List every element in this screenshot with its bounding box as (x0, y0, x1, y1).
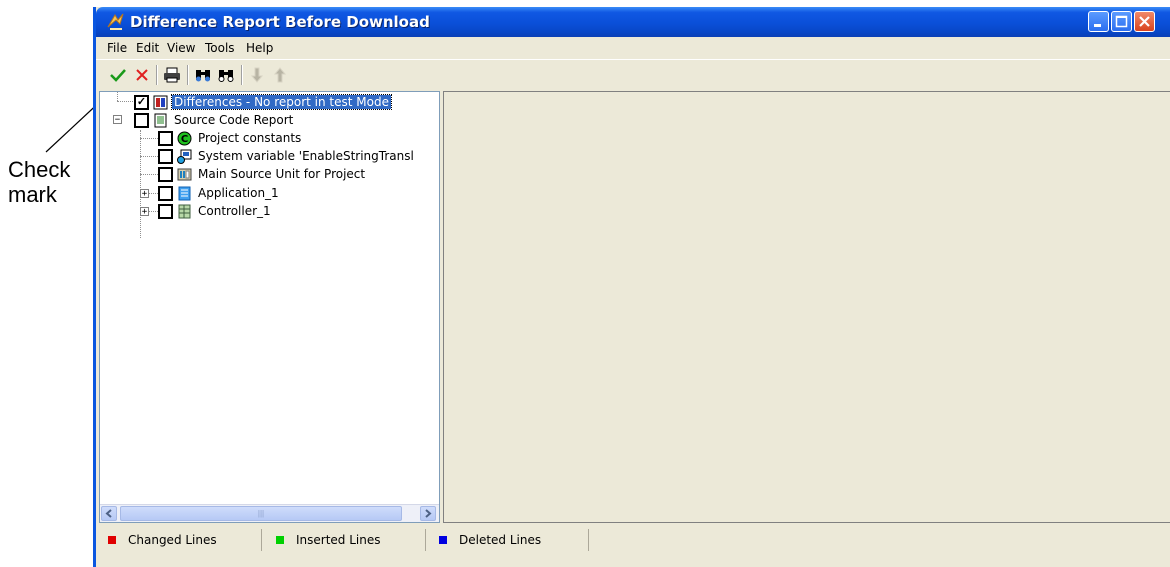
controller-icon (177, 204, 192, 219)
menu-edit[interactable]: Edit (136, 41, 159, 55)
menu-file[interactable]: File (107, 41, 127, 55)
expand-toggle[interactable]: + (140, 189, 149, 199)
tree-item-label: System variable 'EnableStringTransl (198, 149, 414, 163)
scroll-right-button[interactable] (420, 506, 436, 521)
scroll-left-button[interactable] (101, 506, 117, 521)
tree-checkbox[interactable] (158, 166, 173, 182)
blue-square-icon (439, 536, 447, 544)
tree-item-controller[interactable]: Controller_1 (158, 202, 273, 220)
callout-label: Check mark (8, 157, 70, 207)
app-logo-icon (107, 13, 124, 30)
tree-item-main-source-unit[interactable]: Main Source Unit for Project (158, 165, 367, 183)
toolbar (96, 59, 1170, 90)
tree-view[interactable]: ✓ Differences - No report in test Mode −… (99, 91, 440, 523)
tree-item-source-code-report[interactable]: Source Code Report (134, 111, 295, 129)
close-icon (1139, 16, 1150, 27)
legend-deleted-lines: Deleted Lines (429, 529, 589, 551)
system-variable-icon (177, 149, 192, 164)
expand-toggle[interactable]: + (140, 207, 149, 217)
menu-bar: File Edit View Tools Help (96, 37, 1170, 59)
print-icon (164, 67, 180, 83)
legend-label: Changed Lines (128, 533, 217, 547)
document-icon (153, 113, 168, 128)
scroll-thumb[interactable]: ||| (120, 506, 402, 521)
callout-line-1: Check (8, 157, 71, 182)
binoculars-icon (196, 70, 210, 82)
tree-item-project-constants[interactable]: C Project constants (158, 129, 303, 147)
menu-help[interactable]: Help (246, 41, 273, 55)
svg-text:C: C (181, 134, 188, 145)
minimize-icon (1094, 24, 1101, 27)
close-button[interactable] (1134, 11, 1155, 32)
tree-connector (140, 156, 158, 157)
toolbar-separator (156, 65, 158, 85)
source-unit-icon (177, 167, 192, 182)
menu-tools[interactable]: Tools (205, 41, 235, 55)
collapse-toggle[interactable]: − (113, 115, 122, 125)
tree-connector (140, 138, 158, 139)
find-icon (218, 70, 234, 82)
reject-button[interactable] (132, 65, 152, 85)
find-button[interactable] (193, 65, 213, 85)
red-square-icon (108, 536, 116, 544)
legend-label: Inserted Lines (296, 533, 381, 547)
tree-item-label: Project constants (198, 131, 302, 145)
tree-checkbox[interactable]: ✓ (134, 94, 149, 110)
accept-button[interactable] (108, 65, 128, 85)
tree-checkbox[interactable] (158, 185, 173, 201)
up-arrow-icon (273, 67, 287, 83)
maximize-icon (1115, 15, 1128, 28)
green-square-icon (276, 536, 284, 544)
tree-checkbox[interactable] (158, 203, 173, 219)
previous-difference-button[interactable] (270, 65, 290, 85)
tree-item-system-variable[interactable]: System variable 'EnableStringTransl (158, 147, 416, 165)
toolbar-separator (241, 65, 243, 85)
tree-item-label: Differences - No report in test Mode (171, 94, 392, 110)
tree-item-differences[interactable]: ✓ Differences - No report in test Mode (134, 93, 392, 111)
application-icon (177, 186, 192, 201)
tree-item-label: Source Code Report (174, 113, 294, 127)
x-icon (136, 69, 148, 81)
tree-connector (140, 130, 141, 238)
toolbar-separator (187, 65, 189, 85)
minimize-button[interactable] (1088, 11, 1109, 32)
tree-item-label: Main Source Unit for Project (198, 167, 366, 181)
report-book-icon (153, 95, 168, 110)
callout-line-2: mark (8, 182, 57, 207)
constants-c-icon: C (177, 131, 192, 146)
down-arrow-icon (250, 67, 264, 83)
menu-view[interactable]: View (167, 41, 195, 55)
tree-item-label: Controller_1 (198, 204, 271, 218)
report-pane[interactable] (443, 91, 1170, 523)
checkmark-icon (110, 69, 126, 82)
tree-connector (140, 174, 158, 175)
print-button[interactable] (162, 65, 182, 85)
tree-checkbox[interactable] (158, 130, 173, 146)
legend-changed-lines: Changed Lines (98, 529, 262, 551)
tree-connector (117, 101, 133, 102)
tree-item-application[interactable]: Application_1 (158, 184, 281, 202)
tree-item-label: Application_1 (198, 186, 279, 200)
tree-connector (117, 92, 118, 101)
legend-inserted-lines: Inserted Lines (266, 529, 426, 551)
chevron-left-icon (105, 509, 112, 518)
horizontal-scrollbar[interactable]: ||| (100, 504, 439, 522)
tree-checkbox[interactable] (134, 112, 149, 128)
next-difference-button[interactable] (247, 65, 267, 85)
status-bar: Changed Lines Inserted Lines Deleted Lin… (96, 525, 1170, 559)
chevron-right-icon (425, 509, 432, 518)
app-window: Difference Report Before Download File E… (93, 7, 1170, 567)
legend-label: Deleted Lines (459, 533, 542, 547)
title-bar[interactable]: Difference Report Before Download (96, 7, 1170, 37)
find-next-button[interactable] (216, 65, 236, 85)
maximize-button[interactable] (1111, 11, 1132, 32)
tree-checkbox[interactable] (158, 148, 173, 164)
window-title: Difference Report Before Download (130, 13, 430, 31)
